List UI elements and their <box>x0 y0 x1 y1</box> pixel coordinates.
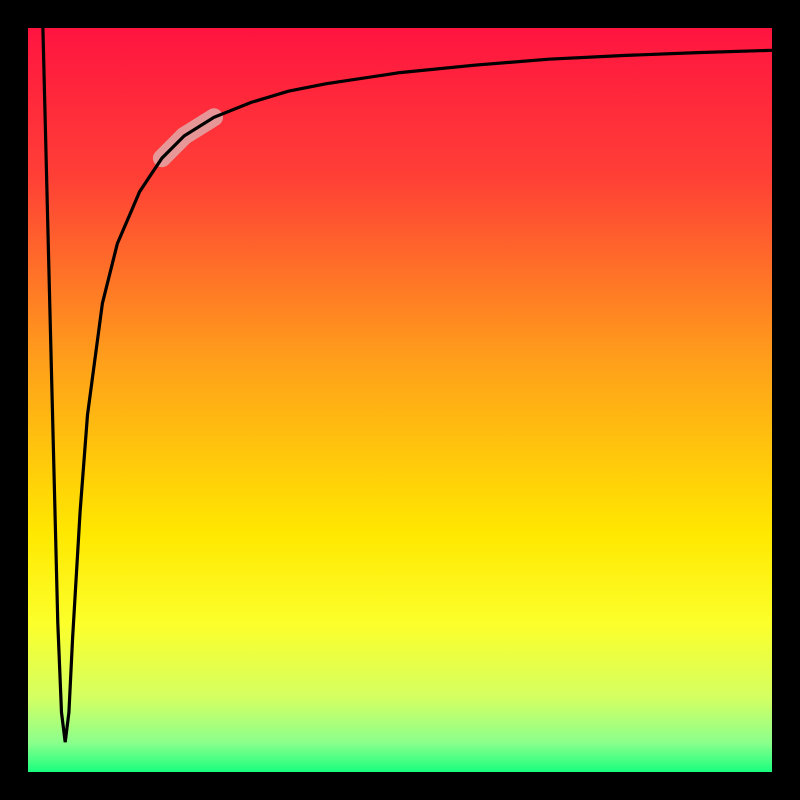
plot-background <box>28 28 772 772</box>
bottleneck-chart <box>0 0 800 800</box>
